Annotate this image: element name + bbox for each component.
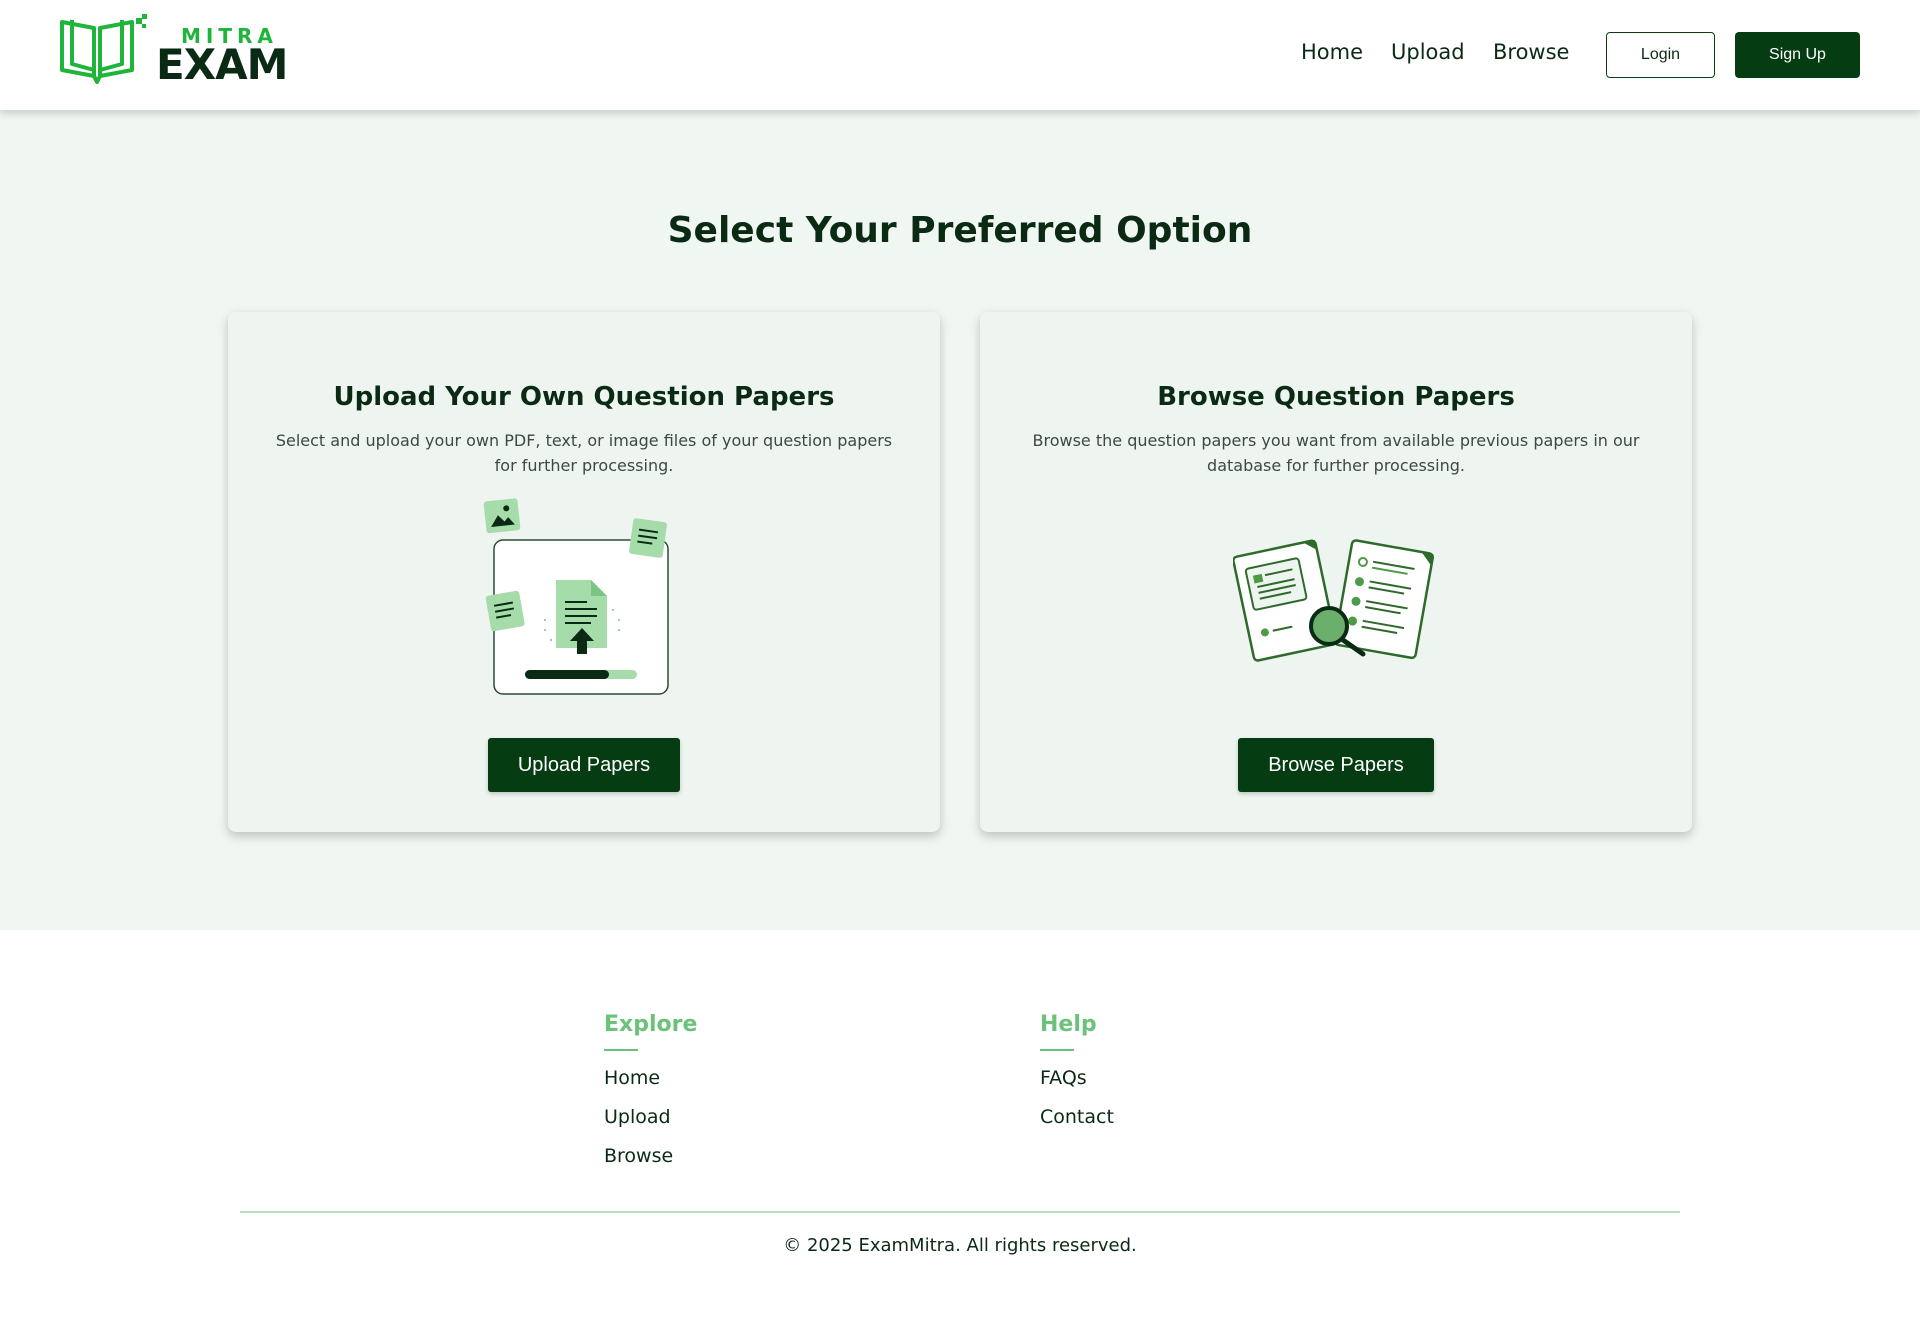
upload-card-title: Upload Your Own Question Papers (333, 382, 835, 412)
footer-explore-heading: Explore (604, 1012, 698, 1037)
browse-papers-button[interactable]: Browse Papers (1238, 738, 1434, 792)
upload-papers-button[interactable]: Upload Papers (488, 738, 680, 792)
logo-exam-text: EXAM (156, 40, 288, 89)
upload-card: Upload Your Own Question Papers Select a… (228, 312, 940, 832)
browse-card: Browse Question Papers Browse the questi… (980, 312, 1692, 832)
browse-illustration-icon (1233, 539, 1435, 662)
nav-browse-link[interactable]: Browse (1493, 40, 1569, 64)
upload-card-description: Select and upload your own PDF, text, or… (275, 431, 893, 475)
footer-link-browse[interactable]: Browse (604, 1145, 697, 1184)
footer-heading-underline (604, 1049, 638, 1051)
upload-illustration-icon (483, 498, 669, 695)
nav-home-link[interactable]: Home (1301, 40, 1363, 64)
footer-help-heading: Help (1040, 1012, 1097, 1037)
brand-logo[interactable]: MITRA EXAM (58, 14, 288, 89)
footer-link-contact[interactable]: Contact (1040, 1106, 1114, 1145)
copyright-text: © 2025 ExamMitra. All rights reserved. (783, 1235, 1137, 1256)
footer-help-column: Help FAQs Contact (1040, 1012, 1114, 1145)
book-logo-icon (60, 14, 147, 84)
site-footer: Explore Home Upload Browse Help FAQs Con… (0, 930, 1920, 1328)
site-header: MITRA EXAM Home Upload Browse Login Sign… (0, 0, 1920, 110)
signup-button[interactable]: Sign Up (1735, 32, 1860, 78)
footer-link-upload[interactable]: Upload (604, 1106, 697, 1145)
footer-heading-underline (1040, 1049, 1074, 1051)
footer-link-home[interactable]: Home (604, 1067, 697, 1106)
page-title: Select Your Preferred Option (667, 210, 1253, 251)
footer-explore-column: Explore Home Upload Browse (604, 1012, 697, 1184)
footer-divider (240, 1211, 1680, 1213)
login-button[interactable]: Login (1606, 32, 1715, 78)
nav-upload-link[interactable]: Upload (1391, 40, 1465, 64)
browse-card-description: Browse the question papers you want from… (1032, 431, 1640, 475)
footer-link-faqs[interactable]: FAQs (1040, 1067, 1114, 1106)
browse-card-title: Browse Question Papers (1157, 382, 1515, 412)
main-section: Select Your Preferred Option Upload Your… (0, 110, 1920, 930)
